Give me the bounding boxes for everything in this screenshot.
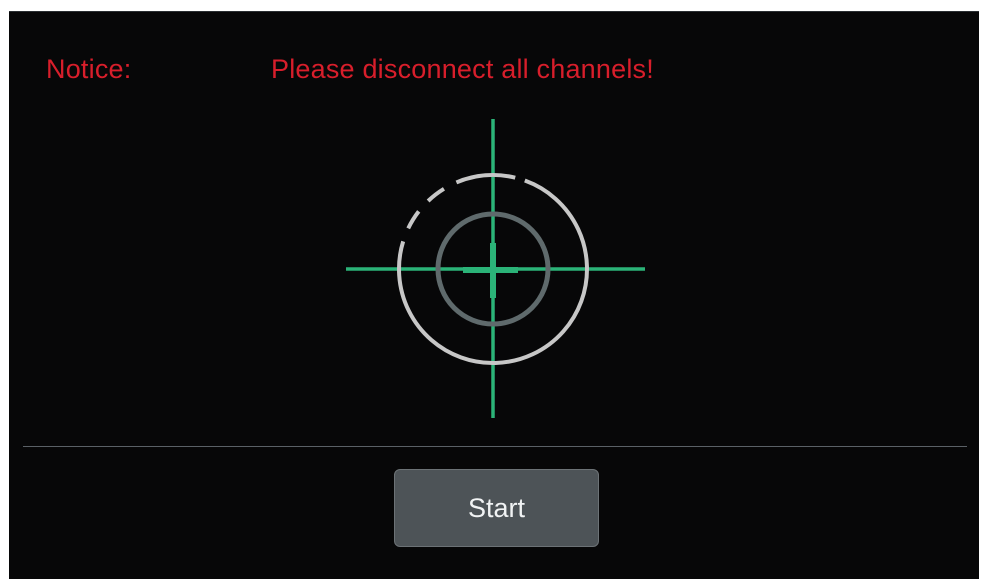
calibration-dialog: Notice: Please disconnect all channels! … (9, 11, 979, 579)
divider (23, 446, 967, 447)
calibration-crosshair-icon (346, 119, 645, 418)
start-button[interactable]: Start (394, 469, 599, 547)
notice-message: Please disconnect all channels! (271, 54, 654, 84)
start-button-label: Start (467, 492, 526, 523)
notice-label: Notice: (46, 54, 132, 84)
center-plus (463, 243, 518, 298)
